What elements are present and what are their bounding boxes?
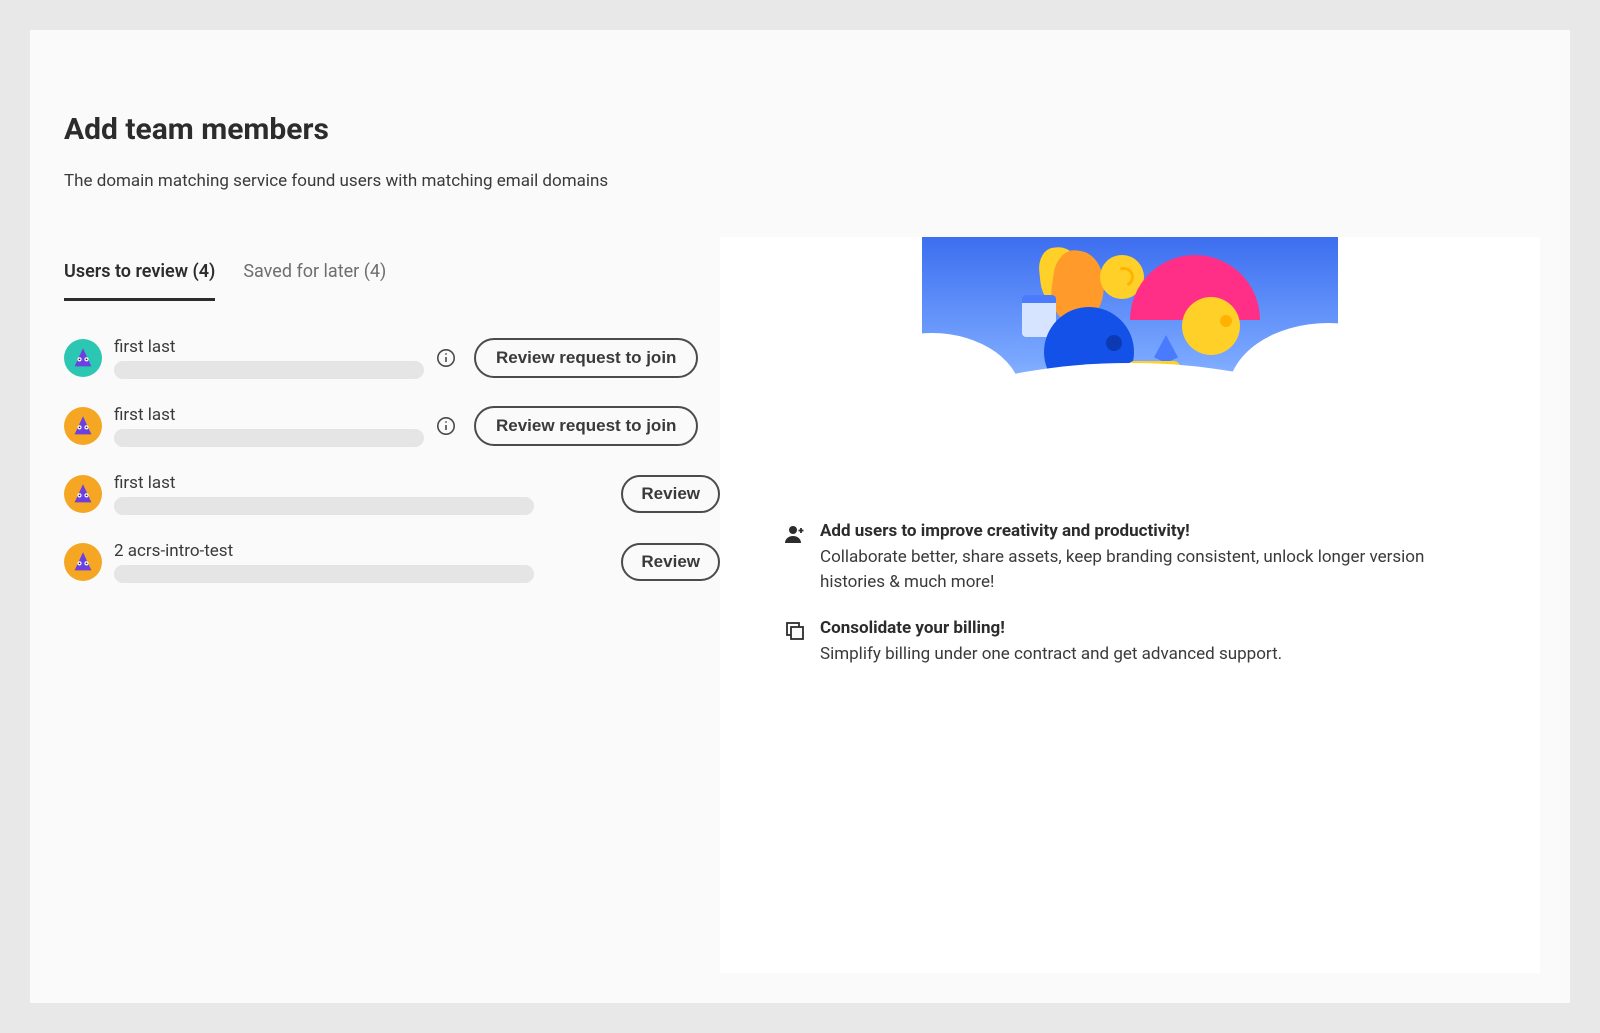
right-panel: Add users to improve creativity and prod… [720, 237, 1540, 973]
avatar [64, 407, 102, 445]
info-icon[interactable] [436, 416, 456, 436]
tabs: Users to review (4) Saved for later (4) [64, 261, 720, 301]
team-illustration [922, 237, 1338, 463]
user-row: first last Review request to join [64, 337, 720, 379]
review-request-button[interactable]: Review request to join [474, 406, 698, 446]
avatar [64, 339, 102, 377]
user-email-redacted [114, 565, 534, 583]
benefit-title: Add users to improve creativity and prod… [820, 521, 1476, 541]
page-subtitle: The domain matching service found users … [64, 171, 720, 191]
user-email-redacted [114, 497, 534, 515]
user-info: 2 acrs-intro-test [114, 541, 534, 583]
review-button[interactable]: Review [621, 475, 720, 513]
user-name: first last [114, 337, 424, 357]
left-panel: Add team members The domain matching ser… [60, 112, 720, 973]
user-row: first last Review [64, 473, 720, 515]
user-row: first last Review request to join [64, 405, 720, 447]
benefit-text: Collaborate better, share assets, keep b… [820, 545, 1476, 594]
review-request-button[interactable]: Review request to join [474, 338, 698, 378]
tab-saved-for-later[interactable]: Saved for later (4) [243, 261, 386, 301]
page-title: Add team members [64, 112, 720, 147]
benefits-list: Add users to improve creativity and prod… [772, 521, 1488, 667]
avatar [64, 543, 102, 581]
tab-users-to-review[interactable]: Users to review (4) [64, 261, 215, 301]
copy-icon [784, 620, 806, 642]
user-name: 2 acrs-intro-test [114, 541, 534, 561]
avatar [64, 475, 102, 513]
info-icon[interactable] [436, 348, 456, 368]
benefit-text: Simplify billing under one contract and … [820, 642, 1282, 667]
benefit-title: Consolidate your billing! [820, 618, 1282, 638]
benefit-item: Consolidate your billing! Simplify billin… [784, 618, 1476, 667]
user-plus-icon [784, 523, 806, 545]
user-info: first last [114, 337, 424, 379]
user-info: first last [114, 405, 424, 447]
benefit-item: Add users to improve creativity and prod… [784, 521, 1476, 594]
user-info: first last [114, 473, 534, 515]
review-button[interactable]: Review [621, 543, 720, 581]
user-row: 2 acrs-intro-test Review [64, 541, 720, 583]
main-card: Add team members The domain matching ser… [30, 30, 1570, 1003]
user-name: first last [114, 473, 534, 493]
user-name: first last [114, 405, 424, 425]
user-email-redacted [114, 361, 424, 379]
user-list: first lastReview request to joinfirst la… [64, 337, 720, 583]
user-email-redacted [114, 429, 424, 447]
